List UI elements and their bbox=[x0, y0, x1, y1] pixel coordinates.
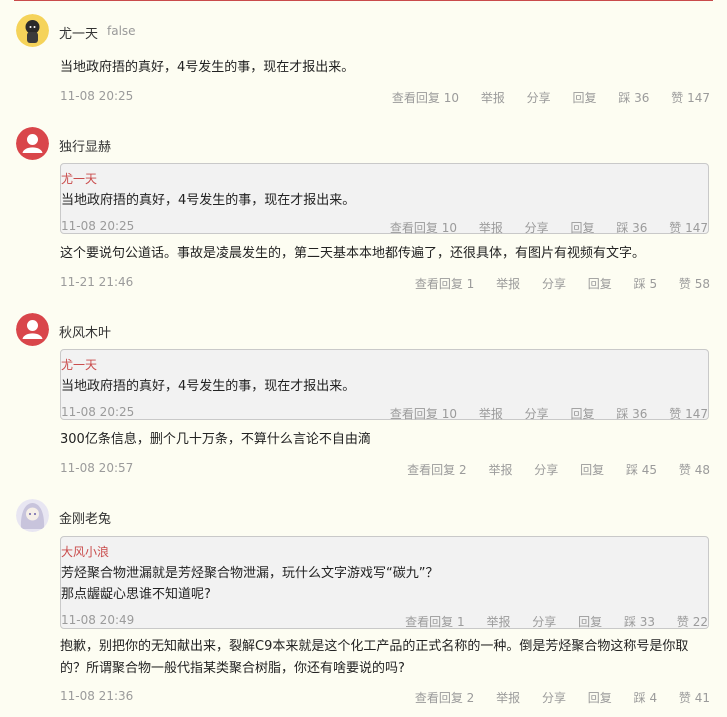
comment-meta: 11-08 20:25 查看回复 10 举报 分享 回复 踩 36 赞 147 bbox=[60, 89, 710, 109]
quoted-text-line: 那点龌龊心思谁不知道呢? bbox=[61, 587, 211, 602]
comment-text: 抱歉，别把你的无知献出来，裂解C9本来就是这个化工产品的正式名称的一种。倒是芳烃… bbox=[60, 639, 689, 676]
dislike-button[interactable]: 踩 45 bbox=[626, 463, 657, 477]
quoted-meta: 11-08 20:49 查看回复 1 举报 分享 回复 踩 33 赞 22 bbox=[61, 613, 708, 633]
view-replies-link[interactable]: 查看回复 2 bbox=[415, 691, 474, 705]
timestamp: 11-08 20:25 bbox=[60, 89, 134, 103]
share-link[interactable]: 分享 bbox=[532, 615, 556, 629]
timestamp: 11-08 20:49 bbox=[61, 613, 135, 627]
report-link[interactable]: 举报 bbox=[486, 615, 510, 629]
dislike-button[interactable]: 踩 36 bbox=[616, 407, 647, 421]
comment-text: 这个要说句公道话。事故是凌晨发生的，第二天基本本地都传遍了，还很具体，有图片有视… bbox=[60, 246, 646, 261]
reply-link[interactable]: 回复 bbox=[578, 615, 602, 629]
share-link[interactable]: 分享 bbox=[525, 221, 549, 235]
share-link[interactable]: 分享 bbox=[542, 277, 566, 291]
share-link[interactable]: 分享 bbox=[542, 691, 566, 705]
quoted-comment: 尤一天 当地政府捂的真好，4号发生的事，现在才报出来。 11-08 20:25 … bbox=[60, 349, 709, 421]
dislike-button[interactable]: 踩 36 bbox=[616, 221, 647, 235]
timestamp: 11-08 20:25 bbox=[61, 219, 135, 233]
report-link[interactable]: 举报 bbox=[496, 691, 520, 705]
username[interactable]: 尤一天 bbox=[59, 23, 98, 42]
default-avatar-icon[interactable] bbox=[16, 127, 49, 160]
reply-link[interactable]: 回复 bbox=[573, 91, 597, 105]
report-link[interactable]: 举报 bbox=[488, 463, 512, 477]
like-button[interactable]: 赞 41 bbox=[679, 691, 710, 705]
share-link[interactable]: 分享 bbox=[527, 91, 551, 105]
quoted-text: 当地政府捂的真好，4号发生的事，现在才报出来。 bbox=[61, 193, 356, 208]
quoted-text: 当地政府捂的真好，4号发生的事，现在才报出来。 bbox=[61, 379, 356, 394]
dislike-button[interactable]: 踩 36 bbox=[618, 91, 649, 105]
view-replies-link[interactable]: 查看回复 1 bbox=[415, 277, 474, 291]
top-divider bbox=[14, 0, 713, 1]
avatar[interactable] bbox=[16, 499, 49, 532]
username[interactable]: 独行显赫 bbox=[59, 136, 111, 155]
avatar[interactable] bbox=[16, 14, 49, 47]
comment-text: 当地政府捂的真好，4号发生的事，现在才报出来。 bbox=[60, 60, 355, 75]
reply-link[interactable]: 回复 bbox=[571, 407, 595, 421]
like-button[interactable]: 赞 147 bbox=[669, 407, 708, 421]
quoted-meta: 11-08 20:25 查看回复 10 举报 分享 回复 踩 36 赞 147 bbox=[61, 405, 708, 425]
default-avatar-icon[interactable] bbox=[16, 313, 49, 346]
view-replies-link[interactable]: 查看回复 10 bbox=[392, 91, 459, 105]
timestamp: 11-21 21:46 bbox=[60, 275, 134, 289]
comment-meta: 11-08 20:57 查看回复 2 举报 分享 回复 踩 45 赞 48 bbox=[60, 461, 710, 481]
reply-link[interactable]: 回复 bbox=[580, 463, 604, 477]
quoted-username[interactable]: 大风小浪 bbox=[61, 543, 109, 560]
reply-link[interactable]: 回复 bbox=[588, 691, 612, 705]
username[interactable]: 金刚老兔 bbox=[59, 508, 111, 527]
like-button[interactable]: 赞 48 bbox=[679, 463, 710, 477]
reply-link[interactable]: 回复 bbox=[588, 277, 612, 291]
comment-text: 300亿条信息，删个几十万条，不算什么言论不自由滴 bbox=[60, 432, 371, 447]
report-link[interactable]: 举报 bbox=[479, 407, 503, 421]
like-button[interactable]: 赞 147 bbox=[671, 91, 710, 105]
view-replies-link[interactable]: 查看回复 10 bbox=[390, 221, 457, 235]
quoted-username[interactable]: 尤一天 bbox=[61, 356, 97, 373]
quoted-comment: 大风小浪 芳烃聚合物泄漏就是芳烃聚合物泄漏，玩什么文字游戏写“碳九”？ 那点龌龊… bbox=[60, 536, 709, 629]
timestamp: 11-08 20:25 bbox=[61, 405, 135, 419]
quoted-text-line: 芳烃聚合物泄漏就是芳烃聚合物泄漏，玩什么文字游戏写“碳九”？ bbox=[61, 566, 439, 581]
share-link[interactable]: 分享 bbox=[525, 407, 549, 421]
dislike-button[interactable]: 踩 5 bbox=[634, 277, 657, 291]
dislike-button[interactable]: 踩 4 bbox=[634, 691, 657, 705]
quoted-username[interactable]: 尤一天 bbox=[61, 170, 97, 187]
dislike-button[interactable]: 踩 33 bbox=[624, 615, 655, 629]
report-link[interactable]: 举报 bbox=[496, 277, 520, 291]
view-replies-link[interactable]: 查看回复 2 bbox=[407, 463, 466, 477]
like-button[interactable]: 赞 22 bbox=[677, 615, 708, 629]
like-button[interactable]: 赞 58 bbox=[679, 277, 710, 291]
like-button[interactable]: 赞 147 bbox=[669, 221, 708, 235]
report-link[interactable]: 举报 bbox=[481, 91, 505, 105]
view-replies-link[interactable]: 查看回复 10 bbox=[390, 407, 457, 421]
quoted-comment: 尤一天 当地政府捂的真好，4号发生的事，现在才报出来。 11-08 20:25 … bbox=[60, 163, 709, 235]
timestamp: 11-08 21:36 bbox=[60, 689, 134, 703]
comment-meta: 11-08 21:36 查看回复 2 举报 分享 回复 踩 4 赞 41 bbox=[60, 689, 710, 709]
username[interactable]: 秋风木叶 bbox=[59, 322, 111, 341]
comment-meta: 11-21 21:46 查看回复 1 举报 分享 回复 踩 5 赞 58 bbox=[60, 275, 710, 295]
reply-link[interactable]: 回复 bbox=[571, 221, 595, 235]
view-replies-link[interactable]: 查看回复 1 bbox=[405, 615, 464, 629]
quoted-meta: 11-08 20:25 查看回复 10 举报 分享 回复 踩 36 赞 147 bbox=[61, 219, 708, 239]
timestamp: 11-08 20:57 bbox=[60, 461, 134, 475]
user-badge: false bbox=[107, 24, 136, 38]
share-link[interactable]: 分享 bbox=[534, 463, 558, 477]
report-link[interactable]: 举报 bbox=[479, 221, 503, 235]
